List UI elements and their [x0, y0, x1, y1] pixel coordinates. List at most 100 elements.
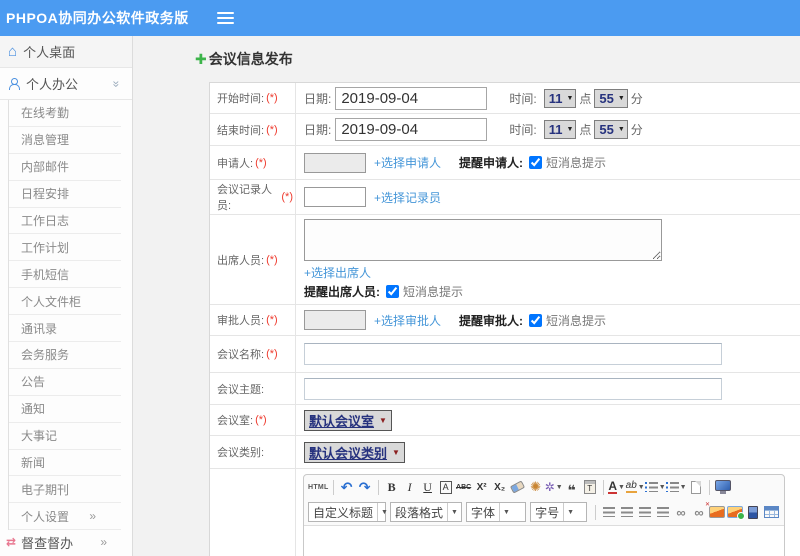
- superscript-icon[interactable]: X²: [473, 478, 491, 496]
- sidebar-item-personal-settings[interactable]: 个人设置 »: [9, 503, 121, 531]
- paste-text-icon[interactable]: T: [581, 478, 599, 496]
- applicant-label: 申请人: (*): [210, 146, 296, 179]
- image-glyph: [709, 506, 725, 518]
- choose-applicant-link[interactable]: +选择申请人: [374, 154, 441, 171]
- eraser-icon[interactable]: [509, 478, 527, 496]
- ordered-list-icon[interactable]: ▼: [644, 478, 666, 496]
- recorder-input[interactable]: [304, 187, 366, 207]
- sidebar-item-meeting-service[interactable]: 会务服务: [9, 342, 121, 369]
- underline-icon[interactable]: U: [419, 478, 437, 496]
- html-source-button[interactable]: HTML: [308, 478, 329, 496]
- dropdown-label: 字体: [470, 505, 495, 520]
- remove-link-icon[interactable]: ∞: [690, 501, 710, 521]
- end-date-input[interactable]: [335, 118, 488, 141]
- meeting-room-select[interactable]: 默认会议室 ▼: [304, 409, 392, 431]
- editor-content-area[interactable]: [304, 525, 784, 556]
- minute-value: 55: [599, 122, 614, 137]
- insert-image-icon[interactable]: [708, 503, 726, 521]
- end-minute-select[interactable]: 55 ▼: [594, 120, 628, 139]
- insert-table-icon[interactable]: [762, 503, 780, 521]
- end-hour-select[interactable]: 11 ▼: [543, 120, 577, 139]
- attendees-field: +选择出席人 提醒出席人员: 短消息提示: [296, 215, 800, 304]
- align-left-icon[interactable]: [600, 503, 618, 521]
- meeting-category-select[interactable]: 默认会议类别 ▼: [304, 441, 405, 463]
- strikethrough-icon[interactable]: ABC: [455, 478, 473, 496]
- align-glyph: [603, 507, 615, 517]
- align-justify-icon[interactable]: [654, 503, 672, 521]
- start-time-label: 开始时间: (*): [210, 83, 296, 113]
- new-page-icon[interactable]: [687, 478, 705, 496]
- required-mark: (*): [266, 253, 278, 266]
- hamburger-menu-icon[interactable]: [216, 9, 234, 27]
- sidebar-item-e-journal[interactable]: 电子期刊: [9, 476, 121, 504]
- clear-format-icon[interactable]: ✺: [527, 478, 545, 496]
- sidebar-item-notice[interactable]: 通知: [9, 396, 121, 423]
- sidebar-item-work-plan[interactable]: 工作计划: [9, 234, 121, 262]
- bold-icon[interactable]: B: [383, 478, 401, 496]
- sidebar-item-internal-mail[interactable]: 内部邮件: [9, 154, 121, 181]
- font-color-icon[interactable]: A ▼: [608, 478, 626, 496]
- approver-input[interactable]: [304, 310, 366, 330]
- approver-sms-checkbox[interactable]: [529, 313, 543, 327]
- upload-image-icon[interactable]: [726, 503, 745, 521]
- choose-approver-link[interactable]: +选择审批人: [374, 312, 441, 329]
- meeting-name-field: [296, 336, 800, 372]
- start-minute-select[interactable]: 55 ▼: [594, 88, 628, 108]
- required-mark: (*): [266, 123, 278, 136]
- paragraph-format-dropdown[interactable]: 段落格式 ▼: [390, 502, 462, 522]
- meeting-room-field: 默认会议室 ▼: [296, 405, 800, 435]
- sidebar-item-personal-files[interactable]: 个人文件柜: [9, 288, 121, 316]
- sidebar-item-supervision[interactable]: ⇄ 督查督办 »: [0, 530, 132, 554]
- chevron-down-icon: ▼: [618, 483, 625, 491]
- border-text-icon[interactable]: A: [437, 478, 455, 496]
- sidebar-item-schedule[interactable]: 日程安排: [9, 181, 121, 208]
- sidebar-item-office[interactable]: 个人办公 »: [0, 68, 132, 100]
- sidebar-submenu: 在线考勤 消息管理 内部邮件 日程安排 工作日志 工作计划 手机短信 个人文件柜…: [8, 100, 132, 531]
- insert-hr-icon[interactable]: [744, 503, 762, 521]
- undo-icon[interactable]: ↶: [338, 478, 356, 496]
- sidebar-item-sms[interactable]: 手机短信: [9, 261, 121, 289]
- sidebar-item-contacts[interactable]: 通讯录: [9, 315, 121, 343]
- applicant-input[interactable]: [304, 152, 366, 173]
- image-plus-glyph: [727, 506, 745, 520]
- sidebar-item-news[interactable]: 新闻: [9, 450, 121, 477]
- sidebar-item-message-management[interactable]: 消息管理: [9, 127, 121, 154]
- toolbar-separator: [377, 479, 379, 495]
- start-date-input[interactable]: [335, 86, 488, 110]
- unordered-list-icon[interactable]: ▼: [665, 478, 687, 496]
- format-painter-icon[interactable]: ✲ ▼: [545, 478, 563, 496]
- align-right-icon[interactable]: [636, 503, 654, 521]
- meeting-name-input[interactable]: [304, 343, 722, 365]
- italic-icon[interactable]: I: [401, 478, 419, 496]
- sidebar-item-announcement[interactable]: 公告: [9, 369, 121, 396]
- meeting-topic-input[interactable]: [304, 377, 722, 400]
- insert-link-icon[interactable]: ∞: [672, 503, 690, 521]
- sidebar-item-desktop[interactable]: ⌂ 个人桌面: [0, 36, 132, 68]
- sidebar-item-online-attendance[interactable]: 在线考勤: [9, 100, 121, 127]
- applicant-sms-checkbox[interactable]: [529, 156, 543, 169]
- chevron-right-icon: »: [89, 509, 96, 524]
- fullscreen-icon[interactable]: [714, 478, 732, 496]
- home-icon: ⌂: [8, 43, 18, 60]
- chevron-down-icon: ▼: [617, 126, 625, 133]
- highlight-color-icon[interactable]: ab ▼: [625, 478, 645, 496]
- custom-title-dropdown[interactable]: 自定义标题 ▼: [308, 502, 388, 522]
- attendees-textarea[interactable]: [304, 219, 662, 261]
- subscript-icon[interactable]: X₂: [491, 478, 509, 496]
- paint-glyph: ✲: [544, 480, 555, 494]
- chevron-down-icon: ▼: [617, 94, 625, 102]
- blockquote-icon[interactable]: ❝: [563, 478, 581, 497]
- choose-attendees-link[interactable]: +选择出席人: [304, 264, 371, 281]
- font-size-dropdown[interactable]: 字号 ▼: [530, 502, 588, 522]
- sidebar-item-memorabilia[interactable]: 大事记: [9, 423, 121, 450]
- minute-unit: 分: [630, 91, 643, 106]
- align-center-icon[interactable]: [618, 503, 636, 521]
- attendees-sms-checkbox[interactable]: [386, 285, 399, 298]
- redo-icon[interactable]: ↷: [356, 478, 374, 496]
- sidebar-item-work-log[interactable]: 工作日志: [9, 208, 121, 235]
- toolbar-separator: [708, 479, 710, 495]
- chevron-down-icon: ▼: [566, 126, 574, 133]
- start-hour-select[interactable]: 11 ▼: [543, 88, 577, 108]
- font-family-dropdown[interactable]: 字体 ▼: [465, 502, 527, 522]
- choose-recorder-link[interactable]: +选择记录员: [374, 189, 441, 206]
